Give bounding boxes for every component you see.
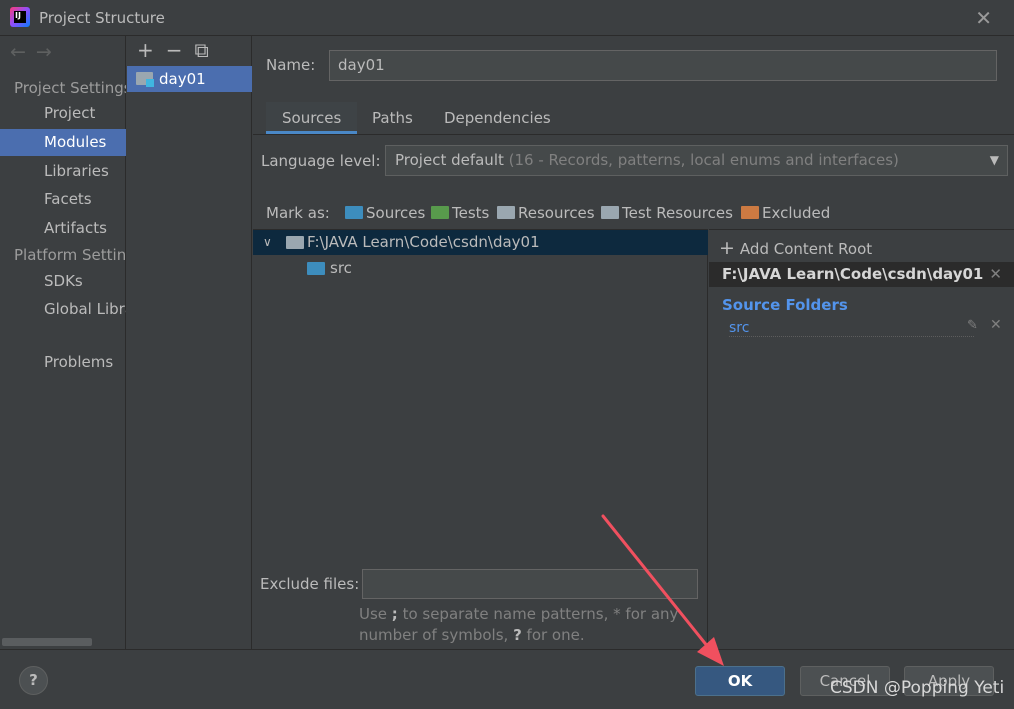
tests-folder-icon [431, 206, 449, 219]
module-detail-panel: Name: day01 Sources Paths Dependencies L… [253, 36, 1014, 649]
mark-as-test-resources-button[interactable]: Test Resources [601, 204, 733, 222]
settings-sidebar: ←→ Project Settings Project Modules Libr… [0, 36, 126, 649]
sidebar-item-sdks[interactable]: SDKs [0, 268, 126, 295]
language-level-select[interactable]: Project default (16 - Records, patterns,… [385, 145, 1008, 176]
intellij-app-icon: IJ [10, 7, 30, 27]
module-item-day01[interactable]: day01 [127, 66, 252, 92]
tab-dependencies[interactable]: Dependencies [444, 102, 551, 134]
chevron-down-icon: ▼ [989, 153, 999, 167]
mark-as-tests-button[interactable]: Tests [431, 204, 489, 222]
sources-folder-icon [345, 206, 363, 219]
tab-sources[interactable]: Sources [266, 102, 358, 134]
mark-as-excluded-label: Excluded [762, 204, 831, 222]
folder-icon [286, 236, 304, 249]
ok-button[interactable]: OK [695, 666, 785, 696]
section-project-settings: Project Settings [14, 79, 126, 97]
csdn-watermark: CSDN @Popping Yeti [830, 678, 1005, 698]
title-bar: IJ Project Structure ✕ [0, 0, 1014, 36]
resources-folder-icon [497, 206, 515, 219]
excluded-folder-icon [741, 206, 759, 219]
sidebar-item-artifacts[interactable]: Artifacts [0, 215, 126, 242]
section-platform-settings: Platform Settings [14, 246, 126, 264]
mark-as-label: Mark as: [266, 204, 330, 222]
forward-arrow-icon[interactable]: → [36, 41, 62, 63]
remove-source-folder-icon[interactable]: ✕ [990, 317, 1002, 333]
mark-as-resources-button[interactable]: Resources [497, 204, 595, 222]
mark-as-excluded-button[interactable]: Excluded [741, 204, 830, 222]
nav-arrows: ←→ [10, 41, 62, 63]
close-icon[interactable]: ✕ [975, 6, 992, 30]
exclude-files-label: Exclude files: [260, 575, 360, 593]
modules-pane: + − ⧉ day01 [127, 36, 252, 649]
sidebar-item-global-libraries[interactable]: Global Libraries [0, 296, 126, 323]
language-level-label: Language level: [261, 152, 381, 170]
content-root-panel: + Add Content Root F:\JAVA Learn\Code\csd… [709, 229, 1014, 649]
tabs-divider [253, 134, 1014, 135]
mark-as-sources-label: Sources [366, 204, 426, 222]
sidebar-horizontal-scrollbar[interactable] [2, 638, 92, 646]
language-level-value: Project default [395, 151, 504, 169]
tree-row-root[interactable]: ∨ F:\JAVA Learn\Code\csdn\day01 [253, 230, 708, 255]
plus-icon: + [719, 237, 735, 259]
mark-as-test-resources-label: Test Resources [622, 204, 733, 222]
mark-as-sources-button[interactable]: Sources [345, 204, 425, 222]
edit-pencil-icon[interactable]: ✎ [967, 318, 978, 333]
app-icon-text: IJ [15, 11, 21, 20]
exclude-files-input[interactable] [362, 569, 698, 599]
module-folder-icon [136, 72, 154, 87]
source-folder-icon [307, 262, 325, 275]
chevron-down-icon[interactable]: ∨ [263, 230, 272, 255]
source-folder-item[interactable]: src [729, 320, 974, 337]
sidebar-item-facets[interactable]: Facets [0, 186, 126, 213]
add-content-root-label: Add Content Root [739, 240, 873, 258]
content-root-path: F:\JAVA Learn\Code\csdn\day01 [722, 265, 984, 283]
mark-as-tests-label: Tests [452, 204, 490, 222]
sidebar-item-project[interactable]: Project [0, 100, 126, 127]
mark-as-resources-label: Resources [518, 204, 595, 222]
modules-toolbar: + − ⧉ [137, 38, 221, 62]
module-name-input[interactable]: day01 [329, 50, 997, 81]
language-level-hint: (16 - Records, patterns, local enums and… [508, 151, 899, 169]
window-title: Project Structure [39, 9, 165, 27]
back-arrow-icon[interactable]: ← [10, 41, 36, 63]
remove-module-icon[interactable]: − [166, 38, 183, 62]
tree-root-label: F:\JAVA Learn\Code\csdn\day01 [307, 233, 540, 251]
add-content-root-button[interactable]: + Add Content Root [719, 237, 872, 259]
tab-paths[interactable]: Paths [372, 102, 413, 134]
sidebar-item-problems[interactable]: Problems [0, 349, 126, 376]
remove-content-root-icon[interactable]: ✕ [989, 262, 1002, 287]
tree-src-label: src [330, 259, 352, 277]
source-folders-label: Source Folders [722, 296, 848, 314]
exclude-files-hint: Use ; to separate name patterns, * for a… [359, 604, 689, 646]
add-module-icon[interactable]: + [137, 38, 154, 62]
name-label: Name: [266, 56, 316, 74]
sidebar-item-modules[interactable]: Modules [0, 129, 126, 156]
test-resources-folder-icon [601, 206, 619, 219]
hint-text-1: Use [359, 605, 392, 623]
hint-question: ? [513, 626, 522, 644]
module-item-label: day01 [159, 70, 206, 88]
help-button[interactable]: ? [19, 666, 48, 695]
sidebar-item-libraries[interactable]: Libraries [0, 158, 126, 185]
hint-text-3: for one. [521, 626, 585, 644]
content-root-row[interactable]: F:\JAVA Learn\Code\csdn\day01 ✕ [709, 262, 1014, 287]
copy-module-icon[interactable]: ⧉ [195, 38, 209, 62]
